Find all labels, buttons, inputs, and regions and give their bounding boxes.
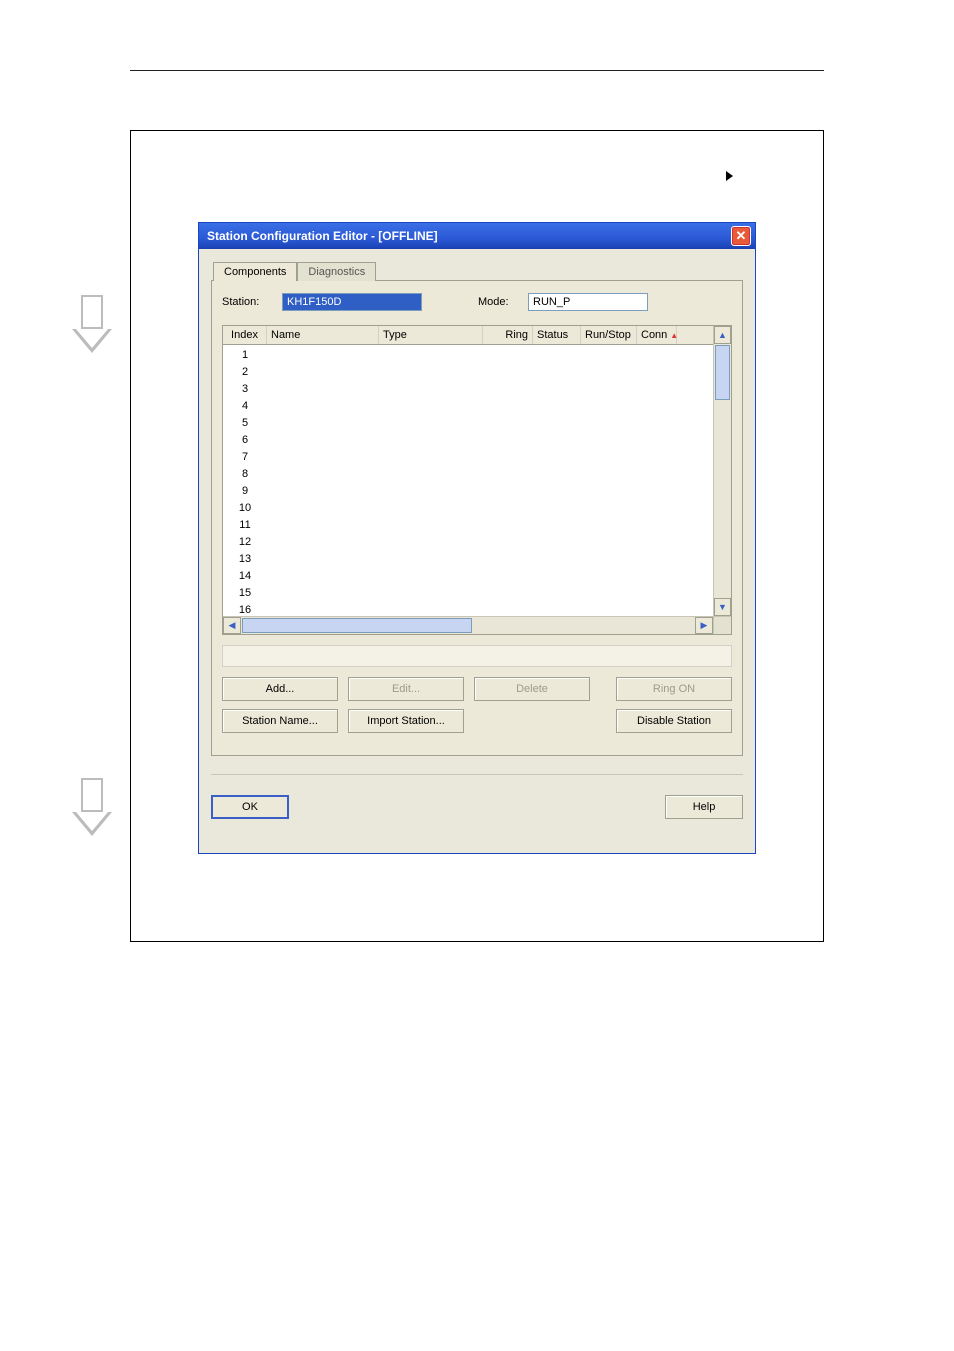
- table-row[interactable]: 8: [223, 465, 713, 482]
- triangle-icon: [726, 171, 733, 181]
- table-row[interactable]: 15: [223, 584, 713, 601]
- station-config-dialog: Station Configuration Editor - [OFFLINE]…: [198, 222, 756, 854]
- status-bar: [222, 645, 732, 667]
- cell-index: 16: [223, 604, 267, 616]
- table-row[interactable]: 9: [223, 482, 713, 499]
- station-field[interactable]: KH1F150D: [282, 293, 422, 311]
- cell-index: 2: [223, 366, 267, 378]
- tab-panel: Station: KH1F150D Mode: RUN_P Index Name…: [211, 280, 743, 756]
- table-row[interactable]: 2: [223, 363, 713, 380]
- cell-index: 6: [223, 434, 267, 446]
- col-index[interactable]: Index: [223, 326, 267, 344]
- cell-index: 10: [223, 502, 267, 514]
- table-row[interactable]: 5: [223, 414, 713, 431]
- cell-index: 11: [223, 519, 267, 531]
- table-row[interactable]: 1: [223, 346, 713, 363]
- close-icon[interactable]: ✕: [731, 226, 751, 246]
- station-name-button[interactable]: Station Name...: [222, 709, 338, 733]
- cell-index: 8: [223, 468, 267, 480]
- tab-diagnostics[interactable]: Diagnostics: [297, 262, 376, 281]
- col-ring[interactable]: Ring: [483, 326, 533, 344]
- cell-index: 1: [223, 349, 267, 361]
- cell-index: 9: [223, 485, 267, 497]
- horizontal-scrollbar[interactable]: ◀ ▶: [223, 616, 713, 634]
- down-arrow-icon: [72, 778, 112, 838]
- scroll-up-icon[interactable]: ▲: [714, 326, 731, 344]
- cell-index: 15: [223, 587, 267, 599]
- dialog-title: Station Configuration Editor - [OFFLINE]: [203, 229, 731, 243]
- scroll-thumb[interactable]: [242, 618, 472, 633]
- disable-station-button[interactable]: Disable Station: [616, 709, 732, 733]
- scroll-corner: [713, 616, 731, 634]
- col-name[interactable]: Name: [267, 326, 379, 344]
- table-header: Index Name Type Ring Status Run/Stop Con…: [223, 326, 731, 345]
- add-button[interactable]: Add...: [222, 677, 338, 701]
- table-row[interactable]: 11: [223, 516, 713, 533]
- import-station-button[interactable]: Import Station...: [348, 709, 464, 733]
- cell-index: 3: [223, 383, 267, 395]
- ok-button[interactable]: OK: [211, 795, 289, 819]
- cell-index: 7: [223, 451, 267, 463]
- cell-index: 13: [223, 553, 267, 565]
- table-row[interactable]: 4: [223, 397, 713, 414]
- mode-field[interactable]: RUN_P: [528, 293, 648, 311]
- mode-label: Mode:: [478, 296, 528, 308]
- cell-index: 12: [223, 536, 267, 548]
- table-row[interactable]: 7: [223, 448, 713, 465]
- tab-components[interactable]: Components: [213, 262, 297, 281]
- tabstrip: Components Diagnostics: [213, 261, 755, 280]
- header-rule: [130, 70, 824, 71]
- col-type[interactable]: Type: [379, 326, 483, 344]
- table-row[interactable]: 12: [223, 533, 713, 550]
- station-label: Station:: [222, 296, 282, 308]
- table-row[interactable]: 6: [223, 431, 713, 448]
- table-row[interactable]: 16: [223, 601, 713, 616]
- table-row[interactable]: 10: [223, 499, 713, 516]
- delete-button[interactable]: Delete: [474, 677, 590, 701]
- scroll-right-icon[interactable]: ▶: [695, 617, 713, 634]
- table-body[interactable]: 12345678910111213141516: [223, 346, 713, 616]
- scroll-down-icon[interactable]: ▼: [714, 598, 731, 616]
- components-table: Index Name Type Ring Status Run/Stop Con…: [222, 325, 732, 635]
- col-runstop[interactable]: Run/Stop: [581, 326, 637, 344]
- scroll-left-icon[interactable]: ◀: [223, 617, 241, 634]
- cell-index: 5: [223, 417, 267, 429]
- cell-index: 14: [223, 570, 267, 582]
- cell-index: 4: [223, 400, 267, 412]
- col-status[interactable]: Status: [533, 326, 581, 344]
- vertical-scrollbar[interactable]: ▲ ▼: [713, 326, 731, 616]
- help-button[interactable]: Help: [665, 795, 743, 819]
- table-row[interactable]: 3: [223, 380, 713, 397]
- scroll-thumb[interactable]: [715, 345, 730, 400]
- down-arrow-icon: [72, 295, 112, 355]
- table-row[interactable]: 14: [223, 567, 713, 584]
- titlebar[interactable]: Station Configuration Editor - [OFFLINE]…: [199, 223, 755, 249]
- ring-on-button[interactable]: Ring ON: [616, 677, 732, 701]
- edit-button[interactable]: Edit...: [348, 677, 464, 701]
- table-row[interactable]: 13: [223, 550, 713, 567]
- col-conn[interactable]: Conn: [637, 326, 677, 344]
